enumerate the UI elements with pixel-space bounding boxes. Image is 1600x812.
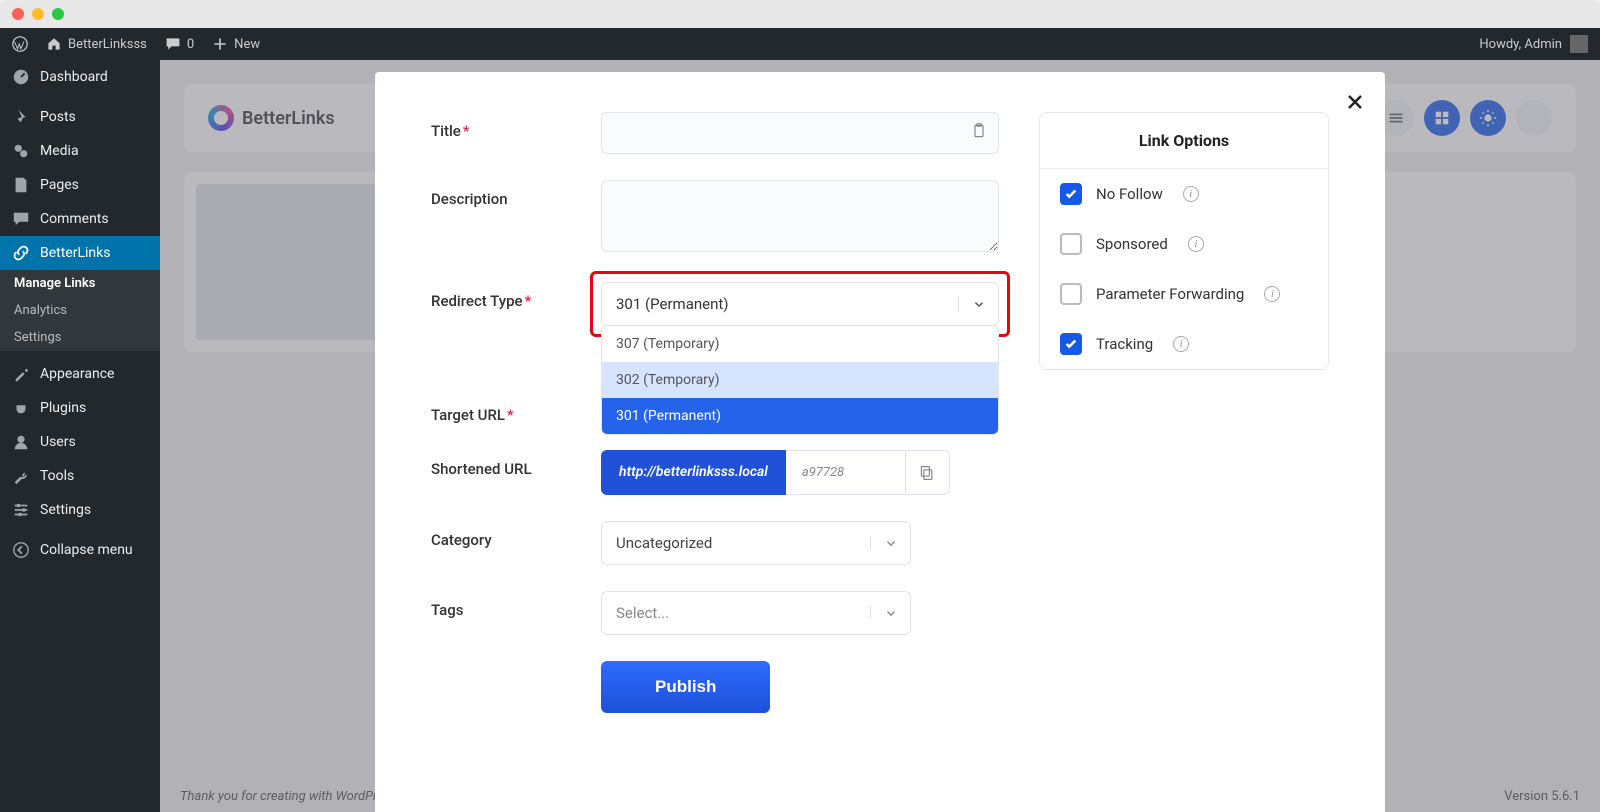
sidebar-item-settings[interactable]: Settings bbox=[0, 493, 160, 527]
dashboard-icon bbox=[12, 68, 30, 86]
form-column: Title* Description bbox=[431, 112, 999, 812]
title-input[interactable] bbox=[601, 112, 999, 154]
sidebar-item-pages[interactable]: Pages bbox=[0, 168, 160, 202]
mac-titlebar bbox=[0, 0, 1600, 28]
wordpress-icon bbox=[12, 36, 28, 52]
link-icon bbox=[12, 244, 30, 262]
shortened-url-label: Shortened URL bbox=[431, 450, 601, 478]
category-select[interactable]: Uncategorized bbox=[601, 521, 911, 565]
redirect-option-301[interactable]: 301 (Permanent) bbox=[602, 398, 998, 434]
tracking-checkbox[interactable] bbox=[1060, 333, 1082, 355]
modal-overlay[interactable]: Title* Description bbox=[160, 60, 1600, 812]
clipboard-icon[interactable] bbox=[971, 123, 987, 143]
sidebar-sub-analytics[interactable]: Analytics bbox=[0, 297, 160, 324]
sidebar-sub-manage-links[interactable]: Manage Links bbox=[0, 270, 160, 297]
content-area: BetterLinks Thank you for creating with … bbox=[160, 60, 1600, 812]
description-label: Description bbox=[431, 180, 601, 208]
collapse-icon bbox=[12, 541, 30, 559]
wp-admin-bar: BetterLinksss 0 New Howdy, Admin bbox=[0, 28, 1600, 60]
new-link[interactable]: New bbox=[212, 36, 260, 52]
user-icon bbox=[12, 433, 30, 451]
brush-icon bbox=[12, 365, 30, 383]
sidebar-collapse[interactable]: Collapse menu bbox=[0, 533, 160, 567]
redirect-type-label: Redirect Type* bbox=[431, 282, 601, 310]
wp-logo-link[interactable] bbox=[12, 36, 28, 52]
info-icon[interactable]: i bbox=[1183, 186, 1199, 202]
tags-select[interactable]: Select... bbox=[601, 591, 911, 635]
site-link[interactable]: BetterLinksss bbox=[46, 36, 147, 52]
sliders-icon bbox=[12, 501, 30, 519]
category-label: Category bbox=[431, 521, 601, 549]
publish-button[interactable]: Publish bbox=[601, 661, 770, 713]
close-button[interactable] bbox=[1345, 88, 1365, 119]
howdy-link[interactable]: Howdy, Admin bbox=[1479, 37, 1562, 52]
pin-icon bbox=[12, 108, 30, 126]
copy-icon bbox=[919, 465, 935, 481]
sidebar-item-media[interactable]: Media bbox=[0, 134, 160, 168]
info-icon[interactable]: i bbox=[1188, 236, 1204, 252]
redirect-option-302[interactable]: 302 (Temporary) bbox=[602, 362, 998, 398]
no-follow-checkbox[interactable] bbox=[1060, 183, 1082, 205]
page-icon bbox=[12, 176, 30, 194]
sidebar-item-betterlinks[interactable]: BetterLinks bbox=[0, 236, 160, 270]
redirect-type-select[interactable]: 301 (Permanent) bbox=[601, 282, 999, 326]
chevron-down-icon bbox=[870, 536, 910, 550]
copy-button[interactable] bbox=[906, 450, 950, 495]
info-icon[interactable]: i bbox=[1264, 286, 1280, 302]
create-link-modal: Title* Description bbox=[375, 72, 1385, 812]
sidebar-sub-settings[interactable]: Settings bbox=[0, 324, 160, 351]
comments-icon bbox=[12, 210, 30, 228]
tags-label: Tags bbox=[431, 591, 601, 619]
redirect-option-307[interactable]: 307 (Temporary) bbox=[602, 326, 998, 362]
wrench-icon bbox=[12, 467, 30, 485]
wp-sidebar: Dashboard Posts Media Pages Comments Bet… bbox=[0, 60, 160, 812]
avatar[interactable] bbox=[1570, 35, 1588, 53]
home-icon bbox=[46, 36, 62, 52]
plug-icon bbox=[12, 399, 30, 417]
redirect-type-dropdown: 307 (Temporary) 302 (Temporary) 301 (Per… bbox=[601, 325, 999, 435]
title-label: Title* bbox=[431, 112, 601, 140]
no-follow-label: No Follow bbox=[1096, 185, 1163, 203]
shortened-url-slug[interactable]: a97728 bbox=[786, 450, 906, 495]
sidebar-item-users[interactable]: Users bbox=[0, 425, 160, 459]
sidebar-item-comments[interactable]: Comments bbox=[0, 202, 160, 236]
mac-close[interactable] bbox=[12, 8, 24, 20]
tracking-label: Tracking bbox=[1096, 335, 1153, 353]
comments-link[interactable]: 0 bbox=[165, 36, 194, 52]
link-options-title: Link Options bbox=[1040, 113, 1328, 169]
plus-icon bbox=[212, 36, 228, 52]
sponsored-checkbox[interactable] bbox=[1060, 233, 1082, 255]
description-input[interactable] bbox=[601, 180, 999, 252]
comment-icon bbox=[165, 36, 181, 52]
mac-maximize[interactable] bbox=[52, 8, 64, 20]
link-options-panel: Link Options No Follow i Sponsored i bbox=[1039, 112, 1329, 370]
info-icon[interactable]: i bbox=[1173, 336, 1189, 352]
param-forwarding-checkbox[interactable] bbox=[1060, 283, 1082, 305]
target-url-label: Target URL* bbox=[431, 396, 601, 424]
sidebar-item-appearance[interactable]: Appearance bbox=[0, 357, 160, 391]
sidebar-item-tools[interactable]: Tools bbox=[0, 459, 160, 493]
chevron-down-icon bbox=[958, 297, 998, 311]
mac-minimize[interactable] bbox=[32, 8, 44, 20]
shortened-url-prefix: http://betterlinksss.local bbox=[601, 450, 786, 495]
sponsored-label: Sponsored bbox=[1096, 235, 1168, 253]
sidebar-item-dashboard[interactable]: Dashboard bbox=[0, 60, 160, 94]
close-icon bbox=[1345, 92, 1365, 112]
media-icon bbox=[12, 142, 30, 160]
redirect-highlight: 301 (Permanent) 307 (Temporary) 302 (Tem… bbox=[590, 271, 1010, 337]
param-forwarding-label: Parameter Forwarding bbox=[1096, 285, 1244, 303]
chevron-down-icon bbox=[870, 606, 910, 620]
sidebar-item-plugins[interactable]: Plugins bbox=[0, 391, 160, 425]
sidebar-item-posts[interactable]: Posts bbox=[0, 100, 160, 134]
